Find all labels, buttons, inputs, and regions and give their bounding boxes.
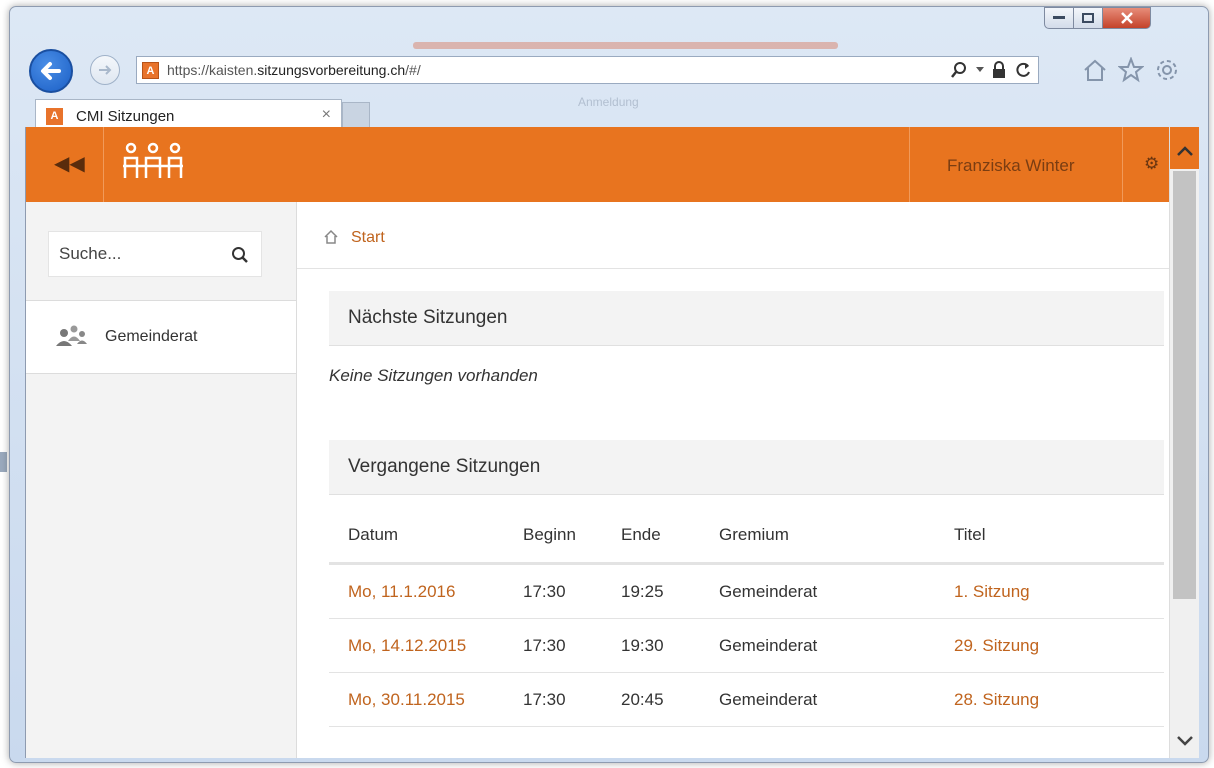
forward-arrow-icon [99, 65, 112, 75]
committee: Gemeinderat [719, 636, 818, 655]
background-window-edge [0, 452, 7, 472]
refresh-icon[interactable] [1014, 61, 1032, 79]
start-time: 17:30 [523, 582, 566, 601]
column-header-ende[interactable]: Ende [621, 525, 661, 545]
table-row[interactable]: Mo, 14.12.2015 17:30 19:30 Gemeinderat 2… [329, 619, 1164, 673]
sidebar-item-gemeinderat[interactable]: Gemeinderat [26, 301, 296, 374]
background-text: Anmeldung [578, 95, 639, 109]
start-time: 17:30 [523, 636, 566, 655]
title-link[interactable]: 29. Sitzung [954, 636, 1039, 656]
column-header-datum[interactable]: Datum [348, 525, 398, 545]
url-text[interactable]: https://kaisten.sitzungsvorbereitung.ch/… [167, 62, 421, 78]
back-arrow-icon [41, 62, 61, 80]
chevron-down-icon[interactable] [1175, 734, 1195, 748]
section-title: Nächste Sitzungen [348, 307, 508, 328]
end-time: 20:45 [621, 690, 664, 709]
search-icon[interactable] [231, 246, 249, 264]
vertical-scrollbar[interactable] [1169, 127, 1199, 758]
sidebar-item-label: Gemeinderat [105, 328, 198, 345]
date-link[interactable]: Mo, 14.12.2015 [348, 636, 466, 656]
end-time: 19:25 [621, 582, 664, 601]
address-bar[interactable]: A https://kaisten.sitzungsvorbereitung.c… [136, 56, 1039, 84]
maximize-button[interactable] [1073, 7, 1103, 29]
background-banner [413, 42, 838, 49]
meeting-logo-icon [123, 142, 183, 178]
table-row[interactable]: Mo, 11.1.2016 17:30 19:25 Gemeinderat 1.… [329, 565, 1164, 619]
committee: Gemeinderat [719, 582, 818, 601]
favorites-star-icon[interactable] [1118, 57, 1144, 83]
close-window-button[interactable] [1102, 7, 1151, 29]
user-name: Franziska Winter [947, 156, 1075, 175]
column-header-titel[interactable]: Titel [954, 525, 986, 545]
app-header: ◀◀ Franziska Winter ⚙ [26, 127, 1169, 202]
site-favicon-icon: A [142, 62, 159, 79]
page-viewport: ◀◀ Franziska Winter ⚙ Suche... Gemeinder… [25, 127, 1199, 758]
date-link[interactable]: Mo, 11.1.2016 [348, 582, 455, 602]
minimize-button[interactable] [1044, 7, 1074, 29]
empty-state-text: Keine Sitzungen vorhanden [329, 366, 538, 385]
start-time: 17:30 [523, 690, 566, 709]
lock-icon[interactable] [992, 61, 1006, 79]
double-chevron-left-icon: ◀◀ [54, 153, 85, 175]
date-link[interactable]: Mo, 30.11.2015 [348, 690, 465, 710]
main-content: Start Nächste Sitzungen Keine Sitzungen … [297, 202, 1169, 758]
search-box[interactable] [48, 231, 262, 277]
scroll-thumb[interactable] [1173, 171, 1196, 599]
chevron-up-icon [1177, 146, 1193, 156]
title-link[interactable]: 1. Sitzung [954, 582, 1030, 602]
collapse-sidebar-button[interactable]: ◀◀ [26, 127, 104, 202]
next-meetings-header: Nächste Sitzungen [329, 291, 1164, 346]
users-icon [56, 325, 87, 346]
column-header-beginn[interactable]: Beginn [523, 525, 576, 545]
dropdown-arrow-icon[interactable] [976, 67, 984, 73]
forward-button[interactable] [90, 55, 120, 85]
settings-gear-icon[interactable] [1154, 57, 1180, 83]
breadcrumb: Start [297, 202, 1169, 269]
column-header-gremium[interactable]: Gremium [719, 525, 789, 545]
section-title: Vergangene Sitzungen [348, 456, 541, 477]
table-header-row: Datum Beginn Ende Gremium Titel [329, 506, 1164, 565]
end-time: 19:30 [621, 636, 664, 655]
home-icon[interactable] [1082, 57, 1108, 83]
gear-icon[interactable]: ⚙ [1144, 154, 1159, 174]
title-link[interactable]: 28. Sitzung [954, 690, 1039, 710]
back-button[interactable] [29, 49, 73, 93]
committee: Gemeinderat [719, 690, 818, 709]
user-menu[interactable]: Franziska Winter [909, 127, 1123, 202]
tab-title: CMI Sitzungen [76, 108, 175, 125]
past-meetings-header: Vergangene Sitzungen [329, 440, 1164, 495]
tab-close-icon[interactable]: × [322, 106, 331, 124]
scroll-up-button[interactable] [1170, 127, 1199, 169]
tab-favicon-icon: A [46, 108, 63, 125]
breadcrumb-start-link[interactable]: Start [351, 229, 385, 247]
table-row[interactable]: Mo, 30.11.2015 17:30 20:45 Gemeinderat 2… [329, 673, 1164, 727]
search-icon[interactable] [950, 61, 968, 79]
home-icon[interactable] [323, 229, 339, 245]
search-input[interactable] [59, 244, 209, 264]
past-meetings-table: Datum Beginn Ende Gremium Titel Mo, 11.1… [329, 506, 1164, 727]
sidebar: Gemeinderat [26, 202, 297, 758]
